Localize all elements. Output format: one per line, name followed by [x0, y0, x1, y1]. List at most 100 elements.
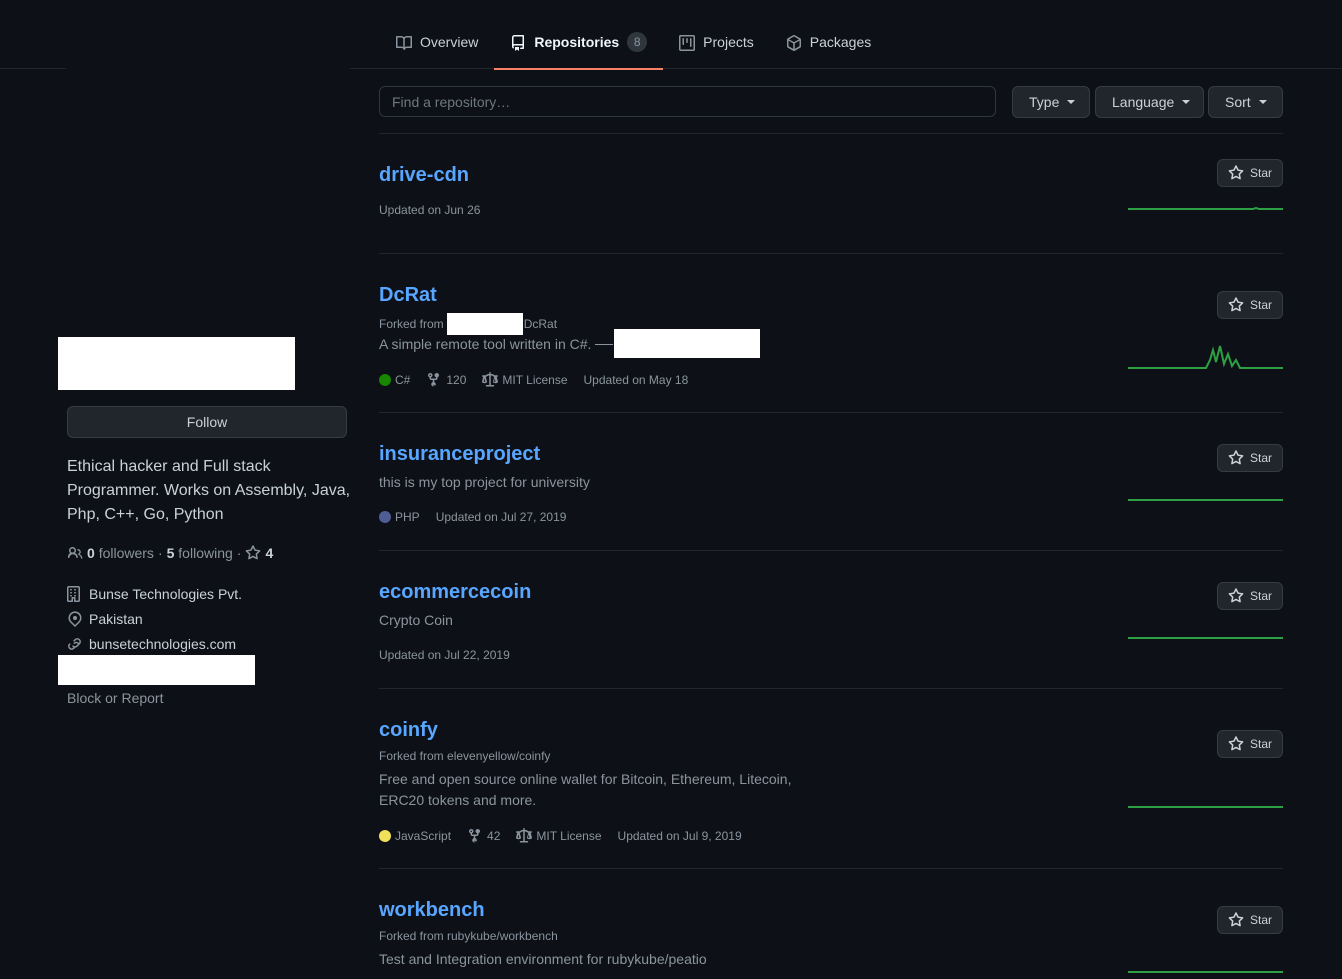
package-icon [786, 35, 801, 51]
company-row: Bunse Technologies Pvt. [67, 586, 327, 602]
stars-count: 4 [265, 545, 274, 561]
repo-meta: Updated on Jul 22, 2019 [379, 648, 526, 662]
repo-icon [512, 35, 525, 51]
activity-sparkline [1128, 206, 1283, 210]
star-icon [246, 545, 261, 560]
tab-projects[interactable]: Projects [663, 22, 770, 69]
activity-sparkline [1128, 499, 1283, 501]
forked-from: Forked from elevenyellow/coinfy [379, 749, 551, 763]
star-button[interactable]: Star [1217, 291, 1283, 319]
updated-date: Updated on May 18 [583, 373, 689, 387]
repo-name-link[interactable]: drive-cdn [379, 164, 469, 187]
fork-icon [428, 372, 440, 387]
repo-name-link[interactable]: coinfy [379, 719, 438, 742]
forked-prefix: Forked from [379, 317, 444, 331]
location-text: Pakistan [89, 611, 143, 627]
repo-name-link[interactable]: DcRat [379, 284, 437, 307]
following-link[interactable]: 5 following [167, 545, 233, 561]
dash-divider [595, 344, 614, 345]
repo-item: drive-cdn Updated on Jun 26 Star [379, 133, 1283, 254]
repo-item: DcRat Forked from DcRat A simple remote … [379, 253, 1283, 413]
star-icon [1228, 450, 1244, 465]
link-icon [68, 638, 81, 650]
sort-dropdown[interactable]: Sort [1208, 86, 1283, 118]
star-button[interactable]: Star [1217, 906, 1283, 934]
stars-link[interactable]: 4 [245, 545, 273, 561]
license-name: MIT License [502, 373, 568, 387]
star-button[interactable]: Star [1217, 444, 1283, 472]
repo-description: Test and Integration environment for rub… [379, 951, 707, 967]
star-label: Star [1249, 589, 1272, 603]
repo-meta: Updated on Jun 26 [379, 203, 480, 217]
star-icon [1228, 736, 1244, 751]
repo-meta: PHP Updated on Jul 27, 2019 [379, 510, 582, 524]
following-label: following [178, 545, 233, 561]
repo-meta: JavaScript 42 MIT License Updated on Jul… [379, 828, 758, 844]
profile-bio: Ethical hacker and Full stack Programmer… [67, 458, 351, 523]
repo-language: C# [379, 373, 410, 387]
star-button[interactable]: Star [1217, 159, 1283, 187]
tab-bar: Overview Repositories 8 Projects Package… [380, 22, 887, 70]
forks-count: 120 [446, 373, 467, 387]
separator: · [157, 545, 163, 561]
language-name: JavaScript [395, 829, 452, 843]
tab-packages[interactable]: Packages [770, 22, 887, 69]
star-icon [1228, 165, 1244, 180]
redacted-description-block [614, 329, 760, 358]
activity-sparkline [1128, 806, 1283, 808]
repo-language: PHP [379, 510, 420, 524]
repo-description: Free and open source online wallet for B… [379, 771, 792, 808]
star-label: Star [1249, 451, 1272, 465]
star-icon [1228, 297, 1244, 312]
separator: · [236, 545, 242, 561]
repo-name-link[interactable]: workbench [379, 899, 485, 922]
repo-item: coinfy Forked from elevenyellow/coinfy F… [379, 688, 1283, 869]
website-row: bunsetechnologies.com [67, 636, 327, 652]
repositories-count-badge: 8 [627, 32, 648, 52]
star-button[interactable]: Star [1217, 730, 1283, 758]
activity-sparkline [1128, 971, 1283, 973]
block-or-report-link[interactable]: Block or Report [67, 690, 163, 706]
star-icon [1228, 588, 1244, 603]
forks-count: 42 [487, 829, 501, 843]
tab-repositories[interactable]: Repositories 8 [494, 22, 663, 70]
tab-overview[interactable]: Overview [380, 22, 494, 69]
social-stats: 0 followers · 5 following · 4 [67, 545, 273, 561]
language-name: PHP [395, 510, 420, 524]
repo-name-link[interactable]: insuranceproject [379, 443, 540, 466]
language-label: Language [1112, 94, 1175, 110]
type-dropdown[interactable]: Type [1012, 86, 1090, 118]
forks-link[interactable]: 42 [467, 828, 500, 844]
book-icon [396, 36, 412, 50]
organization-icon [67, 586, 80, 602]
tab-repositories-label: Repositories [534, 34, 620, 50]
language-color-dot [379, 511, 391, 523]
activity-sparkline [1128, 637, 1283, 639]
star-button[interactable]: Star [1217, 582, 1283, 610]
followers-label: followers [98, 545, 154, 561]
fork-icon [469, 828, 481, 843]
star-label: Star [1249, 298, 1272, 312]
website-link[interactable]: bunsetechnologies.com [89, 636, 236, 652]
forked-from: Forked from DcRat [379, 313, 557, 335]
license: MIT License [516, 828, 602, 844]
language-dropdown[interactable]: Language [1095, 86, 1204, 118]
forked-repo-link[interactable]: DcRat [524, 317, 557, 331]
language-name: C# [395, 373, 411, 387]
tab-projects-label: Projects [703, 34, 754, 50]
project-icon [679, 35, 696, 51]
repo-name-link[interactable]: ecommercecoin [379, 581, 531, 604]
repo-item: ecommercecoin Crypto Coin Updated on Jul… [379, 550, 1283, 689]
followers-link[interactable]: 0 followers [87, 545, 154, 561]
type-label: Type [1029, 94, 1060, 110]
nav-gap [66, 68, 350, 70]
star-icon [1228, 912, 1244, 927]
forks-link[interactable]: 120 [426, 372, 466, 388]
description-text: A simple remote tool written in C#. [379, 336, 592, 352]
updated-date: Updated on Jun 26 [379, 203, 481, 217]
caret-down-icon [1182, 100, 1191, 104]
follow-button[interactable]: Follow [67, 406, 347, 438]
repo-description: this is my top project for university [379, 474, 590, 490]
license-name: MIT License [536, 829, 602, 843]
find-repository-input[interactable] [379, 86, 996, 117]
